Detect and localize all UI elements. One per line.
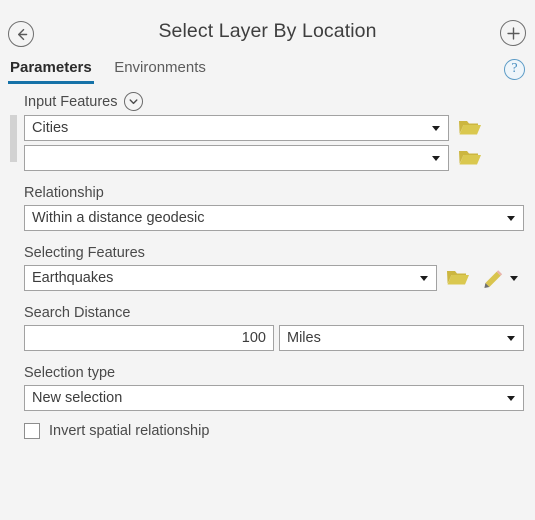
selecting-features-draw-button[interactable] — [483, 268, 505, 288]
selecting-features-browse-button[interactable] — [446, 268, 470, 288]
selecting-features-draw-dropdown[interactable] — [510, 275, 518, 281]
input-features-combo-1[interactable]: Cities — [24, 115, 449, 141]
selection-type-value: New selection — [32, 390, 123, 406]
plus-icon — [506, 26, 520, 40]
input-features-row-1: Cities — [10, 115, 535, 171]
selecting-features-combo[interactable]: Earthquakes — [24, 265, 437, 291]
chevron-down-icon — [507, 336, 515, 341]
selection-type-combo[interactable]: New selection — [24, 385, 524, 411]
relationship-label: Relationship — [24, 185, 104, 201]
search-distance-unit-combo[interactable]: Miles — [279, 325, 524, 351]
chevron-down-icon — [507, 396, 515, 401]
chevron-down-icon — [432, 156, 440, 161]
chevron-down-icon — [432, 126, 440, 131]
tab-parameters[interactable]: Parameters — [8, 58, 94, 84]
chevron-down-icon — [507, 216, 515, 221]
selecting-features-value: Earthquakes — [32, 270, 114, 286]
folder-icon — [459, 151, 481, 165]
folder-icon — [459, 121, 481, 135]
input-features-value-1: Cities — [32, 120, 69, 136]
relationship-row: Within a distance geodesic — [24, 205, 535, 231]
chevron-down-icon — [129, 99, 137, 105]
input-features-browse-button-1[interactable] — [458, 118, 482, 138]
page-title: Select Layer By Location — [158, 20, 377, 42]
parameters-form: Input Features Cities Relationship Withi… — [0, 92, 535, 439]
search-distance-input[interactable]: 100 — [24, 325, 274, 351]
input-features-label: Input Features — [24, 93, 118, 110]
selecting-features-label: Selecting Features — [24, 245, 145, 261]
invert-spatial-relationship-checkbox[interactable] — [24, 423, 40, 439]
selection-type-label: Selection type — [24, 365, 116, 381]
input-features-label-row: Input Features — [24, 92, 535, 111]
search-distance-unit-value: Miles — [287, 330, 321, 346]
relationship-combo[interactable]: Within a distance geodesic — [24, 205, 524, 231]
input-features-combo-2[interactable] — [24, 145, 449, 171]
invert-spatial-relationship-label: Invert spatial relationship — [49, 423, 210, 439]
add-button[interactable] — [500, 20, 526, 46]
search-distance-value: 100 — [241, 330, 266, 346]
selecting-features-row: Earthquakes — [24, 265, 535, 291]
input-features-browse-button-2[interactable] — [458, 148, 482, 168]
search-distance-label: Search Distance — [24, 305, 131, 321]
title-bar: Select Layer By Location — [0, 0, 535, 58]
folder-icon — [447, 271, 469, 285]
tab-environments[interactable]: Environments — [114, 58, 206, 84]
pencil-icon — [484, 270, 503, 288]
help-button[interactable]: ? — [504, 59, 525, 80]
selection-type-row: New selection — [24, 385, 535, 411]
input-features-drag-handle[interactable] — [10, 115, 17, 162]
search-distance-row: 100 Miles — [24, 325, 535, 351]
tab-bar: Parameters Environments ? — [0, 58, 535, 92]
input-features-expander[interactable] — [123, 92, 143, 111]
invert-spatial-relationship-row[interactable]: Invert spatial relationship — [24, 423, 535, 439]
relationship-value: Within a distance geodesic — [32, 210, 205, 226]
chevron-down-icon — [420, 276, 428, 281]
